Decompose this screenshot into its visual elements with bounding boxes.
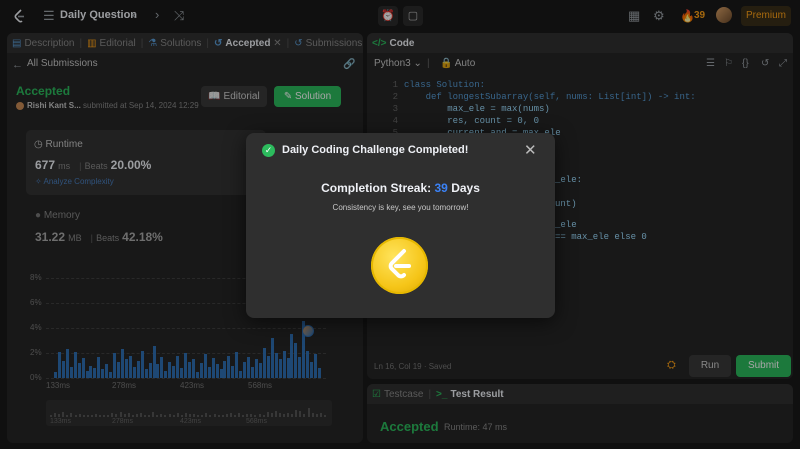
streak-number: 39 — [434, 181, 448, 195]
modal-message: Consistency is key, see you tomorrow! — [332, 203, 469, 212]
completion-streak: Completion Streak: 39 Days — [321, 181, 480, 195]
leetcode-coin-icon — [371, 237, 428, 294]
check-circle-icon: ✓ — [262, 144, 275, 157]
modal-title: Daily Coding Challenge Completed! — [282, 144, 469, 156]
coin-logo-icon — [388, 249, 411, 279]
completion-modal: ✓ Daily Coding Challenge Completed! ✕ Co… — [246, 133, 555, 318]
close-icon[interactable]: ✕ — [524, 141, 537, 159]
